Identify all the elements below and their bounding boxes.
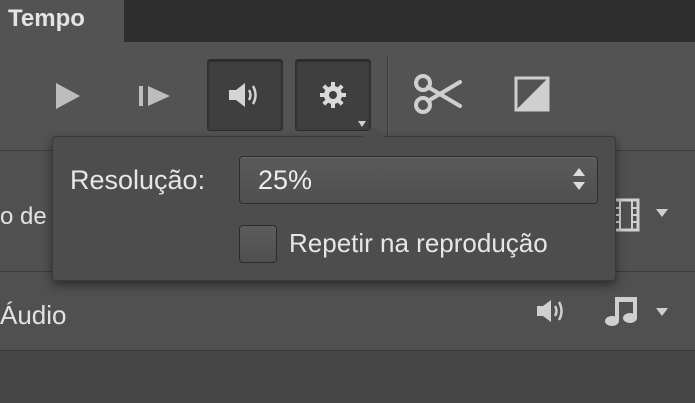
resolution-value: 25% <box>258 165 313 195</box>
transition-icon <box>514 76 550 112</box>
updown-arrows-icon <box>573 168 585 190</box>
tab-tempo[interactable]: Tempo <box>0 0 125 42</box>
split-clip-button[interactable] <box>408 68 468 120</box>
tab-bar-empty <box>124 0 695 43</box>
transition-button[interactable] <box>508 70 556 118</box>
music-note-icon <box>605 297 637 326</box>
speaker-icon <box>229 83 257 107</box>
play-icon <box>56 83 80 109</box>
resolution-label: Resolução: <box>70 165 206 195</box>
playback-settings-popover: Resolução: 25% Repetir na reprodução <box>52 126 616 281</box>
audio-track-row[interactable]: Áudio <box>0 272 695 351</box>
gear-icon <box>320 82 346 108</box>
speaker-icon[interactable] <box>535 296 571 326</box>
toolbar-divider <box>387 56 389 136</box>
video-track-label: o de <box>0 203 47 230</box>
settings-button[interactable] <box>295 59 371 131</box>
tab-label: Tempo <box>8 5 85 32</box>
audio-toggle-button[interactable] <box>207 59 283 131</box>
chevron-down-icon[interactable] <box>656 308 668 316</box>
loop-playback-checkbox[interactable] <box>239 225 277 263</box>
chevron-down-icon[interactable] <box>656 209 668 217</box>
scissors-icon <box>414 74 462 114</box>
timeline-toolbar <box>0 42 695 151</box>
loop-playback-label[interactable]: Repetir na reprodução <box>289 228 548 259</box>
step-forward-icon <box>139 86 170 106</box>
play-button[interactable] <box>44 76 90 116</box>
film-strip-icon <box>612 198 640 232</box>
popover-arrow <box>362 126 384 137</box>
timeline-empty-area <box>0 351 695 403</box>
resolution-select[interactable]: 25% <box>239 156 598 204</box>
step-forward-button[interactable] <box>130 76 180 116</box>
audio-track-label: Áudio <box>0 300 67 330</box>
tab-bar: Tempo <box>0 0 695 43</box>
